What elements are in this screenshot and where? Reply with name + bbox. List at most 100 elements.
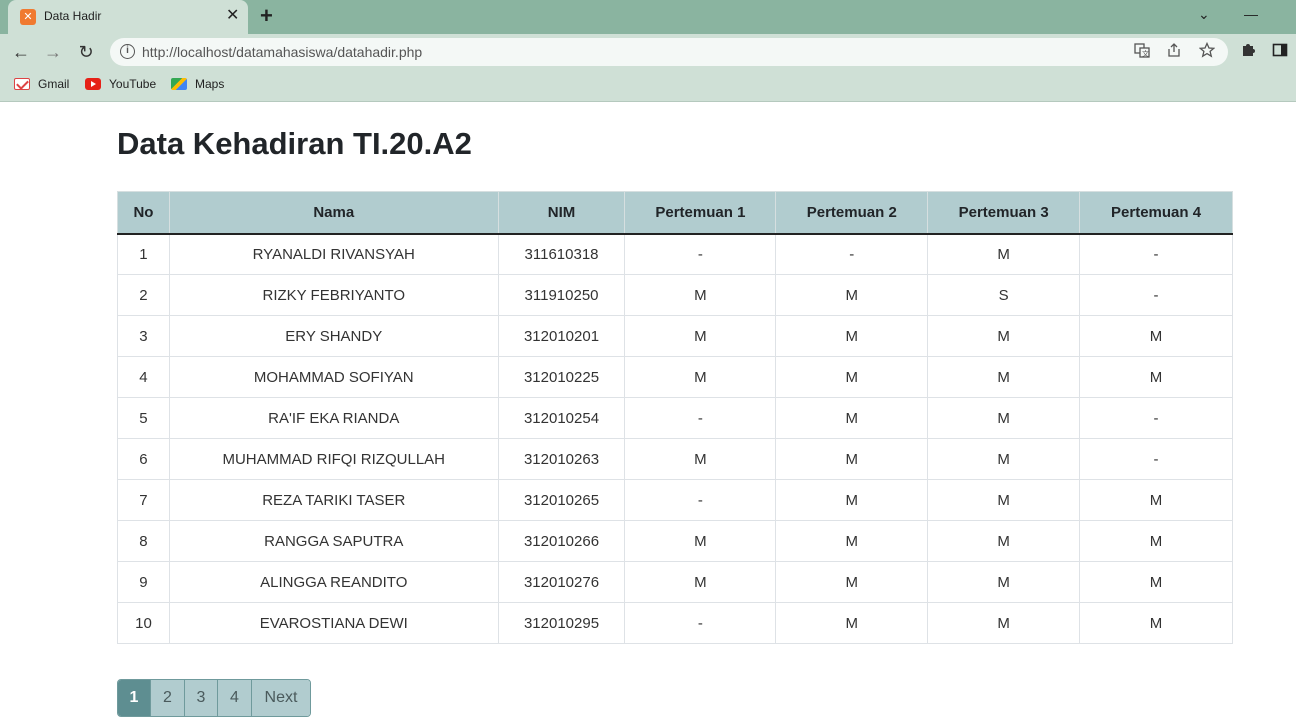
table-row: 3 ERY SHANDY 312010201 M M M M	[117, 315, 1233, 357]
svg-text:文: 文	[1142, 49, 1149, 58]
gmail-icon	[14, 78, 30, 90]
extensions-puzzle-icon[interactable]	[1240, 42, 1256, 63]
pagination: 1 2 3 4 Next	[117, 679, 311, 717]
youtube-icon	[85, 78, 101, 90]
address-bar[interactable]: i http://localhost/datamahasiswa/datahad…	[110, 38, 1228, 66]
table-cell: 312010254	[497, 397, 626, 439]
table-row: 2 RIZKY FEBRIYANTO 311910250 M M S -	[117, 274, 1233, 316]
table-cell: M	[927, 397, 1081, 439]
table-cell: M	[927, 602, 1081, 644]
page-link-4[interactable]: 4	[218, 680, 252, 716]
table-cell: 312010266	[497, 520, 626, 562]
xampp-favicon-icon: ✕	[20, 9, 36, 25]
table-cell: 312010263	[497, 438, 626, 480]
url-text[interactable]: http://localhost/datamahasiswa/datahadir…	[142, 44, 422, 60]
table-cell: M	[927, 233, 1081, 275]
table-cell: M	[775, 274, 929, 316]
table-cell: -	[1079, 274, 1233, 316]
table-cell: -	[1079, 233, 1233, 275]
table-cell: RANGGA SAPUTRA	[168, 520, 499, 562]
bookmark-star-icon[interactable]	[1198, 41, 1216, 62]
bookmarks-bar: Gmail YouTube Maps	[0, 70, 1296, 102]
table-row: 9 ALINGGA REANDITO 312010276 M M M M	[117, 561, 1233, 603]
column-header: Pertemuan 1	[624, 191, 777, 235]
table-cell: ALINGGA REANDITO	[168, 561, 499, 603]
site-info-icon[interactable]: i	[120, 44, 135, 59]
share-icon[interactable]	[1166, 42, 1182, 62]
table-cell: 312010265	[497, 479, 626, 521]
table-cell: 312010276	[497, 561, 626, 603]
table-cell: RYANALDI RIVANSYAH	[168, 233, 499, 275]
attendance-table: No Nama NIM Pertemuan 1 Pertemuan 2 Pert…	[117, 191, 1233, 644]
table-cell: M	[775, 397, 929, 439]
table-cell: M	[624, 315, 777, 357]
table-cell: M	[775, 315, 929, 357]
table-cell: -	[624, 397, 777, 439]
page-link-3[interactable]: 3	[185, 680, 218, 716]
back-button[interactable]: ←	[10, 41, 32, 63]
tab-close-icon[interactable]: ✕	[226, 7, 239, 25]
next-page-button[interactable]: Next	[252, 680, 310, 716]
table-cell: ERY SHANDY	[168, 315, 499, 357]
bookmark-label: Gmail	[38, 77, 70, 91]
table-cell: M	[1079, 479, 1233, 521]
table-cell: M	[927, 438, 1081, 480]
table-cell: 311910250	[497, 274, 626, 316]
table-cell: 7	[117, 479, 170, 521]
table-cell: -	[624, 602, 777, 644]
tab-search-chevron-icon[interactable]: ⌄	[1198, 6, 1210, 23]
table-cell: M	[927, 561, 1081, 603]
minimize-button[interactable]: —	[1244, 6, 1258, 22]
table-cell: 312010225	[497, 356, 626, 398]
bookmark-gmail[interactable]: Gmail	[14, 77, 69, 91]
table-cell: M	[1079, 356, 1233, 398]
new-tab-button[interactable]: +	[260, 5, 273, 27]
table-cell: M	[624, 274, 777, 316]
table-header-row: No Nama NIM Pertemuan 1 Pertemuan 2 Pert…	[117, 191, 1233, 235]
forward-button[interactable]: →	[42, 41, 64, 63]
table-cell: M	[927, 520, 1081, 562]
reload-button[interactable]: ↻	[75, 41, 97, 63]
table-cell: M	[927, 356, 1081, 398]
table-cell: M	[775, 479, 929, 521]
table-cell: M	[1079, 520, 1233, 562]
page-link-1[interactable]: 1	[118, 680, 151, 716]
table-cell: 2	[117, 274, 170, 316]
page-title: Data Kehadiran TI.20.A2	[117, 126, 472, 161]
browser-tab[interactable]: ✕ Data Hadir ✕	[8, 0, 248, 34]
table-cell: M	[775, 438, 929, 480]
translate-icon[interactable]: 文	[1134, 42, 1150, 62]
table-cell: M	[1079, 315, 1233, 357]
table-cell: S	[927, 274, 1081, 316]
bookmark-youtube[interactable]: YouTube	[85, 77, 156, 91]
side-panel-icon[interactable]	[1272, 42, 1288, 63]
table-cell: M	[624, 561, 777, 603]
table-row: 5 RA'IF EKA RIANDA 312010254- M M -	[117, 397, 1233, 439]
table-row: 8 RANGGA SAPUTRA 312010266 M M M M	[117, 520, 1233, 562]
table-cell: 4	[117, 356, 170, 398]
browser-toolbar: ← → ↻ i http://localhost/datamahasiswa/d…	[0, 34, 1296, 70]
bookmark-maps[interactable]: Maps	[171, 77, 224, 91]
table-cell: 311610318	[497, 233, 626, 275]
table-row: 4 MOHAMMAD SOFIYAN 312010225 M M M M	[117, 356, 1233, 398]
column-header: Pertemuan 3	[927, 191, 1081, 235]
table-cell: M	[624, 520, 777, 562]
bookmark-label: Maps	[195, 77, 225, 91]
table-cell: -	[624, 233, 777, 275]
page-link-2[interactable]: 2	[151, 680, 185, 716]
table-cell: 6	[117, 438, 170, 480]
column-header: No	[117, 191, 170, 235]
table-cell: M	[775, 561, 929, 603]
table-cell: RA'IF EKA RIANDA	[168, 397, 499, 439]
column-header: NIM	[497, 191, 626, 235]
table-cell: 8	[117, 520, 170, 562]
table-cell: M	[927, 479, 1081, 521]
bookmark-label: YouTube	[109, 77, 157, 91]
table-cell: 312010201	[497, 315, 626, 357]
tab-title: Data Hadir	[44, 9, 102, 23]
table-cell: MOHAMMAD SOFIYAN	[168, 356, 499, 398]
table-cell: M	[1079, 561, 1233, 603]
table-cell: M	[1079, 602, 1233, 644]
table-cell: 3	[117, 315, 170, 357]
table-cell: M	[624, 438, 777, 480]
